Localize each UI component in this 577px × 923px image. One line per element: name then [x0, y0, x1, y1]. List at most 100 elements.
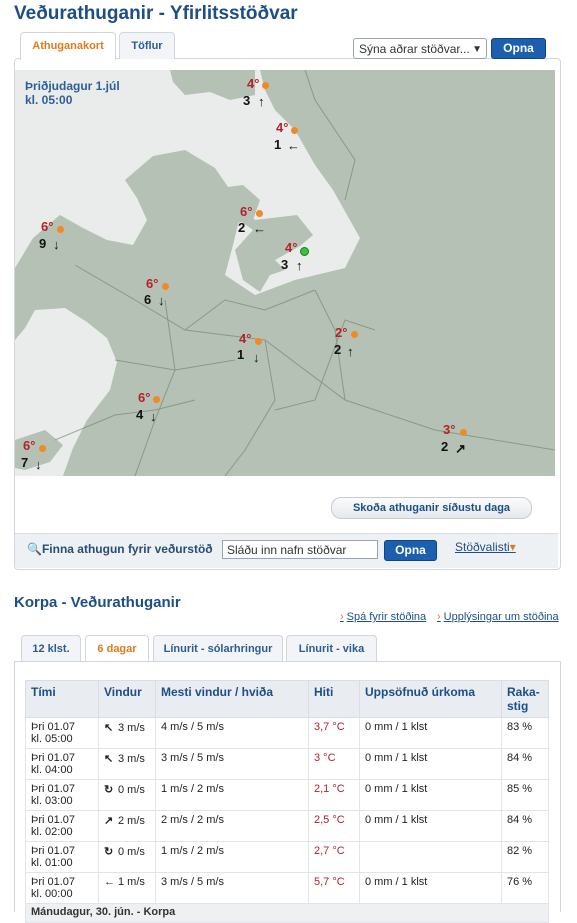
station-dot[interactable] — [57, 226, 64, 233]
forecast-link[interactable]: › Spá fyrir stöðina — [340, 611, 426, 623]
station-dot[interactable] — [162, 283, 169, 290]
column-header: Uppsöfnuð úrkoma — [359, 680, 502, 718]
station-search-input[interactable]: Sláðu inn nafn stöðvar — [222, 540, 378, 559]
date-separator-row: Mánudagur, 30. jún. - Korpa — [25, 903, 549, 923]
column-header: Vindur — [98, 680, 156, 718]
table-row: Þri 01.07 kl. 03:00 ↻ 0 m/s 1 m/s / 2 m/s 2,1… — [25, 779, 549, 811]
precip-cell: 0 mm / 1 klst — [359, 810, 502, 842]
wind-arrow-icon: ↗ — [455, 441, 466, 456]
recent-observations-button[interactable]: Skoða athuganir síðustu daga — [331, 497, 532, 519]
station-wind: 2 — [441, 439, 449, 454]
station-temp: 3° — [443, 422, 456, 437]
column-header: Tími — [25, 680, 99, 718]
wind-cell: ↖ 3 m/s — [98, 748, 156, 780]
time-cell: Þri 01.07 kl. 04:00 — [25, 748, 99, 780]
tab-toflur[interactable]: Töflur — [119, 32, 175, 59]
humidity-cell: 84 % — [501, 748, 549, 780]
gust-cell: 3 m/s / 5 m/s — [155, 748, 309, 780]
station-wind: 6 — [144, 292, 152, 307]
station-temp: 4° — [239, 331, 252, 346]
arrow-right-icon: › — [340, 611, 344, 623]
tab-linurit-solarhringur[interactable]: Línurit - sólarhringur — [153, 635, 283, 662]
station-dot[interactable] — [153, 396, 160, 403]
station-section-title: Korpa - Veðurathuganir — [14, 594, 181, 611]
time-cell: Þri 01.07 kl. 02:00 — [25, 810, 99, 842]
station-wind: 7 — [21, 455, 29, 470]
wind-direction-icon: ↻ — [104, 846, 114, 858]
station-dot-selected[interactable] — [300, 247, 309, 256]
station-select[interactable]: Sýna aðrar stöðvar... ▼ — [353, 38, 487, 59]
table-row: Þri 01.07 kl. 02:00 ↗ 2 m/s 2 m/s / 2 m/s 2,5… — [25, 810, 549, 842]
wind-arrow-icon: ↓ — [253, 350, 260, 365]
station-wind: 2 — [238, 220, 246, 235]
find-label: 🔍Finna athugun fyrir veðurstöð — [27, 542, 213, 556]
wind-cell: ← 1 m/s — [98, 872, 156, 904]
station-wind: 3 — [243, 93, 251, 108]
wind-cell: ↻ 0 m/s — [98, 841, 156, 873]
station-temp: 4° — [247, 76, 260, 91]
wind-arrow-icon: ↑ — [347, 344, 354, 359]
tab-6-dagar[interactable]: 6 dagar — [85, 635, 149, 663]
station-info-link[interactable]: › Upplýsingar um stöðina — [437, 611, 559, 623]
wind-arrow-icon: ↓ — [35, 457, 42, 472]
table-row: Þri 01.07 kl. 00:00 ← 1 m/s 3 m/s / 5 m/s 5,7… — [25, 872, 549, 904]
station-dot[interactable] — [262, 82, 269, 89]
map-datetime: Þriðjudagur 1.júl kl. 05:00 — [25, 79, 120, 107]
station-temp: 2° — [335, 325, 348, 340]
time-cell: Þri 01.07 kl. 03:00 — [25, 779, 99, 811]
wind-direction-icon: ← — [104, 876, 115, 888]
precip-cell: 0 mm / 1 klst — [359, 748, 502, 780]
precip-cell: 0 mm / 1 klst — [359, 872, 502, 904]
wind-arrow-icon: ↓ — [150, 409, 157, 424]
tab-12-klst[interactable]: 12 klst. — [21, 635, 81, 662]
open-station-button[interactable]: Opna — [491, 38, 546, 59]
temp-cell: 2,1 °C — [308, 779, 360, 811]
station-dot[interactable] — [291, 127, 298, 134]
precip-cell: 0 mm / 1 klst — [359, 779, 502, 811]
humidity-cell: 85 % — [501, 779, 549, 811]
temp-cell: 3 °C — [308, 748, 360, 780]
humidity-cell: 83 % — [501, 717, 549, 749]
temp-cell: 2,7 °C — [308, 841, 360, 873]
table-row: Þri 01.07 kl. 05:00 ↖ 3 m/s 4 m/s / 5 m/s 3,7… — [25, 717, 549, 749]
humidity-cell: 82 % — [501, 841, 549, 873]
wind-direction-icon: ↖ — [104, 722, 114, 734]
tab-athuganakort[interactable]: Athuganakort — [20, 32, 116, 60]
gust-cell: 2 m/s / 2 m/s — [155, 810, 309, 842]
map-time: kl. 05:00 — [25, 93, 73, 107]
time-cell: Þri 01.07 kl. 05:00 — [25, 717, 99, 749]
column-header: Hiti — [308, 680, 360, 718]
station-wind: 3 — [281, 257, 289, 272]
station-dot[interactable] — [351, 331, 358, 338]
gust-cell: 1 m/s / 2 m/s — [155, 841, 309, 873]
station-wind: 9 — [39, 236, 47, 251]
station-dot[interactable] — [460, 429, 467, 436]
station-dot[interactable] — [256, 210, 263, 217]
find-open-button[interactable]: Opna — [384, 540, 437, 561]
column-header: Raka-stig — [501, 680, 549, 718]
temp-cell: 2,5 °C — [308, 810, 360, 842]
station-temp: 6° — [41, 219, 54, 234]
tab-linurit-vika[interactable]: Línurit - vika — [286, 635, 377, 662]
wind-direction-icon: ↗ — [104, 815, 114, 827]
wind-arrow-icon: ↓ — [53, 237, 60, 252]
station-dot[interactable] — [39, 445, 46, 452]
temp-cell: 3,7 °C — [308, 717, 360, 749]
wind-arrow-icon: ↓ — [158, 293, 165, 308]
station-temp: 6° — [240, 204, 253, 219]
humidity-cell: 76 % — [501, 872, 549, 904]
station-wind: 1 — [237, 347, 245, 362]
station-dot[interactable] — [255, 338, 262, 345]
station-temp: 4° — [276, 120, 289, 135]
humidity-cell: 84 % — [501, 810, 549, 842]
station-wind: 2 — [334, 342, 342, 357]
gust-cell: 1 m/s / 2 m/s — [155, 779, 309, 811]
map-date: Þriðjudagur 1.júl — [25, 79, 120, 93]
station-wind: 4 — [136, 407, 144, 422]
station-select-value: Sýna aðrar stöðvar... — [359, 42, 470, 56]
time-cell: Þri 01.07 kl. 00:00 — [25, 872, 99, 904]
station-temp: 4° — [285, 240, 298, 255]
wind-cell: ↖ 3 m/s — [98, 717, 156, 749]
station-list-link[interactable]: Stöðvalisti▾ — [455, 540, 516, 554]
triangle-down-icon: ▾ — [509, 540, 516, 554]
